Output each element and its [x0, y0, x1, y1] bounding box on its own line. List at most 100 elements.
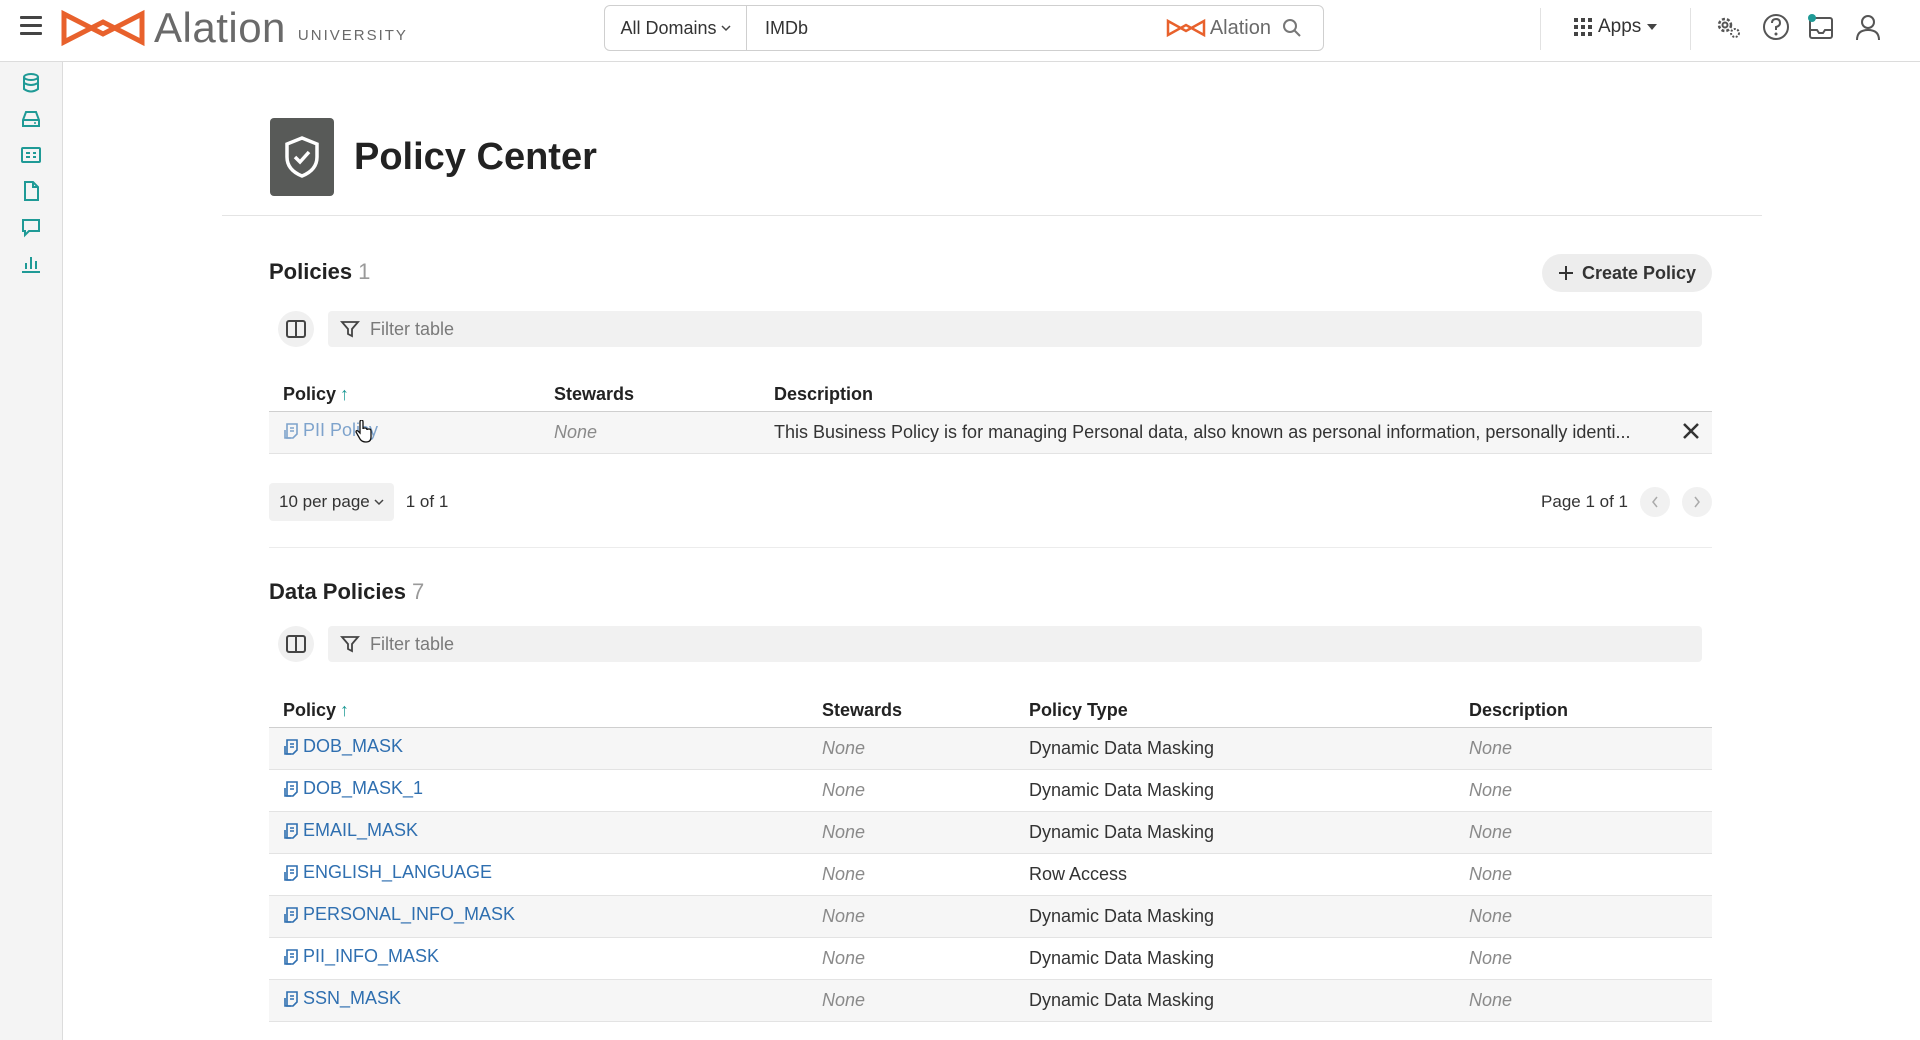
data-policies-toolbar: Filter table — [278, 625, 1702, 663]
policy-link-label: DOB_MASK — [303, 736, 404, 757]
data-policies-title: Data Policies — [269, 579, 406, 604]
database-icon[interactable] — [20, 72, 42, 94]
alation-logo[interactable]: Alation UNIVERSITY — [60, 4, 408, 51]
policy-link[interactable]: EMAIL_MASK — [283, 820, 418, 841]
search-input[interactable]: IMDb — [747, 18, 1166, 39]
description-cell: None — [1455, 979, 1712, 1022]
document-icon[interactable] — [20, 180, 42, 202]
shield-icon — [285, 136, 319, 178]
next-page-button[interactable] — [1682, 487, 1712, 517]
top-bar: Alation UNIVERSITY All Domains IMDb Alat… — [0, 0, 1920, 62]
stewards-cell: None — [808, 979, 1015, 1022]
column-header-description[interactable]: Description — [1455, 682, 1712, 728]
search-brand: Alation — [1166, 17, 1271, 40]
sort-ascending-icon: ↑ — [340, 384, 350, 404]
filter-placeholder: Filter table — [370, 318, 455, 339]
columns-toggle-button[interactable] — [278, 626, 314, 662]
search-brand-label: Alation — [1209, 16, 1271, 39]
policies-section-title: Policies 1 — [269, 259, 370, 285]
table-row: PERSONAL_INFO_MASK None Dynamic Data Maski… — [269, 895, 1712, 938]
table-row: PII Policy None This Business Policy is … — [269, 411, 1712, 454]
policy-icon — [284, 422, 298, 439]
table-row: DOB_MASK_1 None Dynamic Data Masking None — [269, 769, 1712, 812]
stewards-cell: None — [808, 811, 1015, 854]
storage-icon[interactable] — [20, 108, 42, 130]
filter-placeholder: Filter table — [370, 633, 455, 654]
stewards-cell: None — [808, 853, 1015, 896]
column-header-description[interactable]: Description — [760, 366, 1712, 412]
create-policy-label: Create Policy — [1581, 262, 1697, 283]
policy-link-label: DOB_MASK_1 — [303, 778, 424, 799]
data-policies-count: 7 — [411, 579, 425, 604]
table-header-row: Policy ↑ Stewards Policy Type Description — [269, 682, 1712, 728]
description-cell: This Business Policy is for managing Per… — [760, 411, 1712, 454]
description-cell: None — [1455, 811, 1712, 854]
column-header-policy[interactable]: Policy ↑ — [269, 682, 808, 728]
policy-name-cell: DOB_MASK — [269, 727, 808, 770]
policy-link[interactable]: PERSONAL_INFO_MASK — [283, 904, 515, 925]
policy-type-cell: Dynamic Data Masking — [1015, 811, 1455, 854]
policy-name-cell: EMAIL_MASK — [269, 811, 808, 854]
header-separator — [1690, 8, 1691, 50]
policy-icon — [284, 906, 298, 923]
policy-link[interactable]: PII_INFO_MASK — [283, 946, 439, 967]
page-label: Page 1 of 1 — [1541, 492, 1628, 511]
column-header-policy[interactable]: Policy ↑ — [269, 366, 540, 412]
policy-link-label: EMAIL_MASK — [303, 820, 419, 841]
policies-title: Policies — [269, 259, 353, 284]
catalog-icon[interactable] — [20, 144, 42, 166]
search-icon[interactable] — [1281, 17, 1303, 39]
conversation-icon[interactable] — [20, 216, 42, 238]
chevron-down-icon — [720, 25, 731, 32]
per-page-dropdown[interactable]: 10 per page — [269, 483, 394, 521]
apps-menu-button[interactable]: Apps — [1574, 16, 1658, 38]
apps-label: Apps — [1598, 16, 1642, 37]
plus-icon — [1558, 266, 1573, 280]
chart-icon[interactable] — [20, 252, 42, 274]
chevron-right-icon — [1694, 496, 1700, 508]
filter-icon — [340, 636, 360, 653]
policies-filter-input[interactable]: Filter table — [328, 311, 1702, 347]
stewards-cell: None — [808, 937, 1015, 980]
chevron-down-icon — [374, 499, 384, 506]
column-header-stewards[interactable]: Stewards — [808, 682, 1015, 728]
policies-pagination: 10 per page 1 of 1 Page 1 of 1 — [269, 483, 1712, 521]
menu-icon[interactable] — [20, 16, 42, 36]
policy-type-cell: Dynamic Data Masking — [1015, 727, 1455, 770]
per-page-label: 10 per page — [279, 492, 370, 511]
column-header-policy-type[interactable]: Policy Type — [1015, 682, 1455, 728]
policy-link[interactable]: DOB_MASK — [283, 736, 403, 757]
domains-label: All Domains — [620, 17, 717, 38]
table-row: PII_INFO_MASK None Dynamic Data Masking Non… — [269, 937, 1712, 980]
description-cell: None — [1455, 853, 1712, 896]
columns-toggle-button[interactable] — [278, 311, 314, 347]
policy-link[interactable]: DOB_MASK_1 — [283, 778, 423, 799]
policies-table: Policy ↑ Stewards Description PII Policy … — [269, 366, 1712, 454]
settings-icon[interactable] — [1713, 12, 1743, 42]
policy-link-label: ENGLISH_LANGUAGE — [303, 862, 493, 883]
policy-name-cell: SSN_MASK — [269, 979, 808, 1022]
help-icon[interactable] — [1761, 12, 1791, 42]
domains-dropdown[interactable]: All Domains — [605, 6, 747, 50]
user-icon[interactable] — [1853, 12, 1883, 42]
hand-cursor-icon — [355, 420, 372, 443]
table-header-row: Policy ↑ Stewards Description — [269, 366, 1712, 412]
alation-small-logo-icon — [1166, 18, 1206, 38]
data-policies-filter-input[interactable]: Filter table — [328, 626, 1702, 662]
create-policy-button[interactable]: Create Policy — [1542, 254, 1712, 292]
range-label: 1 of 1 — [405, 492, 449, 511]
description-text: This Business Policy is for managing Per… — [774, 422, 1631, 442]
table-row: SSN_MASK None Dynamic Data Masking None — [269, 979, 1712, 1022]
inbox-icon[interactable] — [1806, 12, 1836, 42]
policy-icon — [284, 864, 298, 881]
header-divider — [222, 215, 1762, 216]
prev-page-button[interactable] — [1640, 487, 1670, 517]
policy-link[interactable]: SSN_MASK — [283, 988, 401, 1009]
policy-type-cell: Dynamic Data Masking — [1015, 979, 1455, 1022]
policy-name-cell: DOB_MASK_1 — [269, 769, 808, 812]
column-header-stewards[interactable]: Stewards — [540, 366, 760, 412]
policy-icon — [284, 948, 298, 965]
search-bar: All Domains IMDb Alation — [604, 5, 1324, 51]
policy-link[interactable]: ENGLISH_LANGUAGE — [283, 862, 492, 883]
close-icon[interactable] — [1680, 420, 1702, 442]
